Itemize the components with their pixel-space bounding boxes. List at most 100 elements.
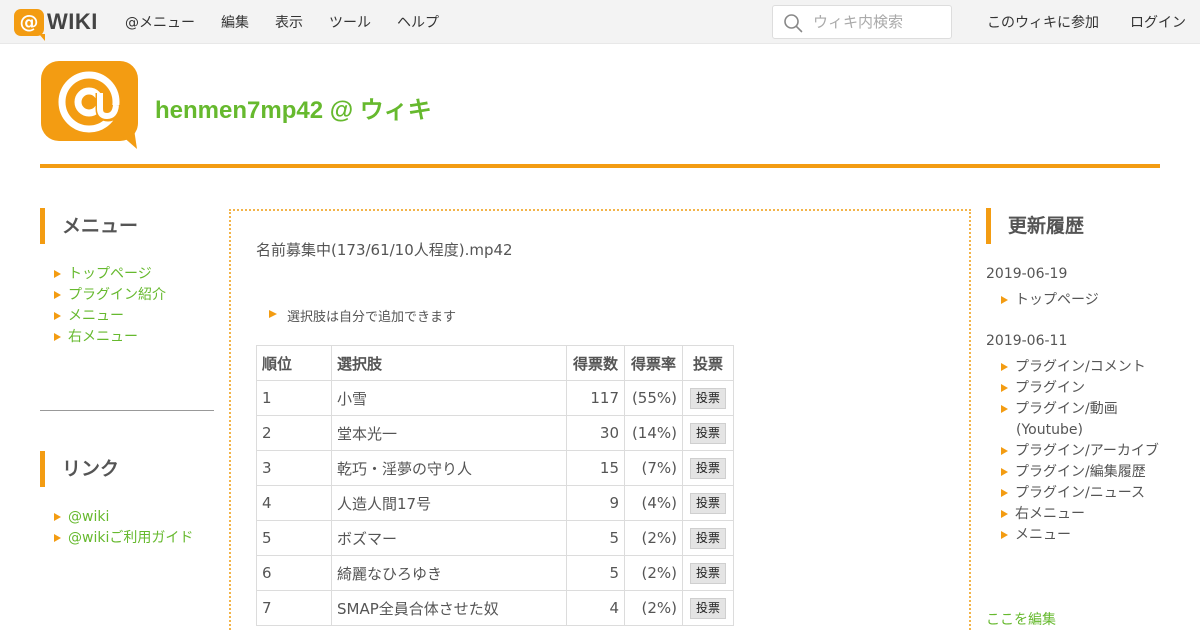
vote-button[interactable]: 投票 xyxy=(689,422,726,444)
menu-item-plugin-intro[interactable]: プラグイン紹介 xyxy=(54,285,166,306)
history-item-right-menu[interactable]: 右メニュー xyxy=(1001,504,1159,525)
sidebar-divider xyxy=(40,410,214,411)
menu-item-right-menu[interactable]: 右メニュー xyxy=(54,327,166,348)
wiki-search-box[interactable] xyxy=(772,5,952,39)
wiki-brand-logo[interactable]: @ WIKI xyxy=(14,8,98,41)
col-rank: 順位 xyxy=(256,345,332,381)
choice-cell: 堂本光一 xyxy=(331,415,567,451)
account-links: このウィキに参加 ログイン xyxy=(956,0,1186,44)
table-row: 3 乾巧・淫夢の守り人 15 (7%) 投票 xyxy=(256,450,734,486)
history-item-plugin-edit-history[interactable]: プラグイン/編集履歴 xyxy=(1001,462,1159,483)
vote-table-header: 順位 選択肢 得票数 得票率 投票 xyxy=(256,345,734,381)
update-history-title: 更新履歴 xyxy=(986,208,1084,244)
vote-cell: 投票 xyxy=(682,450,734,486)
rate-cell: (4%) xyxy=(624,485,683,521)
vote-table: 順位 選択肢 得票数 得票率 投票 1 小雪 117 (55%) 投票 2 堂本… xyxy=(256,345,734,626)
vote-cell: 投票 xyxy=(682,415,734,451)
join-wiki-link[interactable]: このウィキに参加 xyxy=(987,12,1099,32)
history-item-plugin-archive[interactable]: プラグイン/アーカイブ xyxy=(1001,441,1159,462)
rank-cell: 5 xyxy=(256,520,332,556)
vote-cell: 投票 xyxy=(682,380,734,416)
links-list: @wiki @wikiご利用ガイド xyxy=(54,507,193,549)
history-list: プラグイン/コメント プラグイン プラグイン/動画 (Youtube) プラグイ… xyxy=(1001,357,1159,546)
history-item-plugin-video-cont[interactable]: (Youtube) xyxy=(1001,420,1159,441)
choice-cell: 小雪 xyxy=(331,380,567,416)
votes-cell: 15 xyxy=(566,450,625,486)
vote-button[interactable]: 投票 xyxy=(689,527,726,549)
choice-cell: SMAP全員合体させた奴 xyxy=(331,590,567,626)
choice-cell: 綺麗なひろゆき xyxy=(331,555,567,591)
search-icon xyxy=(784,14,803,33)
vote-button[interactable]: 投票 xyxy=(689,597,726,619)
page-heading: 名前募集中(173/61/10人程度).mp42 xyxy=(256,241,513,259)
rank-cell: 3 xyxy=(256,450,332,486)
rank-cell: 6 xyxy=(256,555,332,591)
link-atwiki[interactable]: @wiki xyxy=(54,507,193,528)
login-link[interactable]: ログイン xyxy=(1130,12,1186,32)
history-list: トップページ xyxy=(1001,290,1099,311)
history-item-top-page[interactable]: トップページ xyxy=(1001,290,1099,311)
vote-cell: 投票 xyxy=(682,590,734,626)
site-title[interactable]: henmen7mp42 @ ウィキ xyxy=(155,90,432,125)
edit-here-link[interactable]: ここを編集 xyxy=(986,609,1056,629)
nav-view[interactable]: 表示 xyxy=(275,12,303,32)
links-section-title: リンク xyxy=(40,451,119,487)
rate-cell: (55%) xyxy=(624,380,683,416)
table-row: 2 堂本光一 30 (14%) 投票 xyxy=(256,415,734,451)
history-item-menu[interactable]: メニュー xyxy=(1001,525,1159,546)
rank-cell: 1 xyxy=(256,380,332,416)
table-row: 4 人造人間17号 9 (4%) 投票 xyxy=(256,485,734,521)
rank-cell: 7 xyxy=(256,590,332,626)
votes-cell: 30 xyxy=(566,415,625,451)
history-item-plugin-news[interactable]: プラグイン/ニュース xyxy=(1001,483,1159,504)
top-bar: @ WIKI @メニュー 編集 表示 ツール ヘルプ このウィキに参加 ログイン xyxy=(0,0,1200,44)
rate-cell: (14%) xyxy=(624,415,683,451)
vote-cell: 投票 xyxy=(682,555,734,591)
votes-cell: 4 xyxy=(566,590,625,626)
rate-cell: (2%) xyxy=(624,590,683,626)
vote-button[interactable]: 投票 xyxy=(689,457,726,479)
votes-cell: 9 xyxy=(566,485,625,521)
nav-edit[interactable]: 編集 xyxy=(221,12,249,32)
col-choice: 選択肢 xyxy=(331,345,567,381)
search-input[interactable] xyxy=(813,12,945,32)
history-item-plugin-comment[interactable]: プラグイン/コメント xyxy=(1001,357,1159,378)
header-divider xyxy=(40,164,1160,168)
rate-cell: (2%) xyxy=(624,555,683,591)
history-date: 2019-06-11 xyxy=(986,333,1068,349)
menu-item-top-page[interactable]: トップページ xyxy=(54,264,166,285)
votes-cell: 117 xyxy=(566,380,625,416)
rate-cell: (7%) xyxy=(624,450,683,486)
link-atwiki-guide[interactable]: @wikiご利用ガイド xyxy=(54,528,193,549)
votes-cell: 5 xyxy=(566,555,625,591)
menu-section-title: メニュー xyxy=(40,208,138,244)
col-votes: 得票数 xyxy=(566,345,625,381)
site-logo-icon[interactable] xyxy=(41,61,138,149)
menu-item-menu[interactable]: メニュー xyxy=(54,306,166,327)
main-content: 名前募集中(173/61/10人程度).mp42 選択肢は自分で追加できます 順… xyxy=(229,209,971,630)
vote-button[interactable]: 投票 xyxy=(689,492,726,514)
choice-cell: 人造人間17号 xyxy=(331,485,567,521)
rate-cell: (2%) xyxy=(624,520,683,556)
menu-list: トップページ プラグイン紹介 メニュー 右メニュー xyxy=(54,264,166,348)
history-item-plugin[interactable]: プラグイン xyxy=(1001,378,1159,399)
col-vote: 投票 xyxy=(682,345,734,381)
votes-cell: 5 xyxy=(566,520,625,556)
nav-at-menu[interactable]: @メニュー xyxy=(125,12,195,32)
vote-button[interactable]: 投票 xyxy=(689,387,726,409)
choice-cell: 乾巧・淫夢の守り人 xyxy=(331,450,567,486)
vote-button[interactable]: 投票 xyxy=(689,562,726,584)
choice-cell: ボズマー xyxy=(331,520,567,556)
rank-cell: 4 xyxy=(256,485,332,521)
add-choice-note: 選択肢は自分で追加できます xyxy=(269,306,456,325)
nav-help[interactable]: ヘルプ xyxy=(397,12,439,32)
table-row: 6 綺麗なひろゆき 5 (2%) 投票 xyxy=(256,555,734,591)
vote-cell: 投票 xyxy=(682,485,734,521)
at-logo-icon: @ xyxy=(14,8,45,41)
rank-cell: 2 xyxy=(256,415,332,451)
history-item-plugin-video[interactable]: プラグイン/動画 xyxy=(1001,399,1159,420)
nav-tools[interactable]: ツール xyxy=(329,12,371,32)
top-nav: @メニュー 編集 表示 ツール ヘルプ xyxy=(112,0,452,44)
brand-wordmark: WIKI xyxy=(47,9,98,34)
col-rate: 得票率 xyxy=(624,345,683,381)
